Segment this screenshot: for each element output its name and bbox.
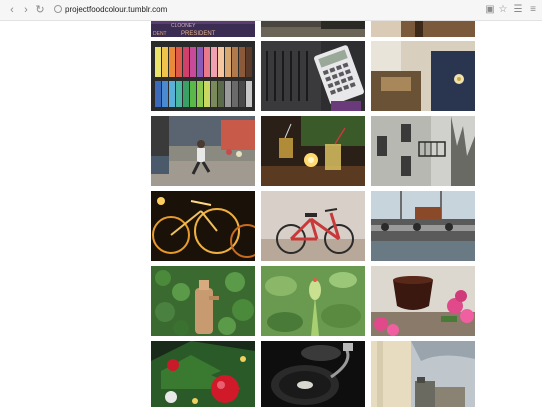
photo-tile[interactable]: [371, 341, 475, 407]
photo-tile[interactable]: [151, 341, 255, 407]
cocktails-candle-photo: [261, 116, 365, 186]
url-text: projectfoodcolour.tumblr.com: [65, 5, 168, 14]
poster-text-1: CLOONEY: [171, 23, 196, 29]
green-plant-bud-photo: [261, 266, 365, 336]
photo-tile[interactable]: [371, 41, 475, 111]
photo-tile[interactable]: [261, 116, 365, 186]
building-balcony-photo: [371, 116, 475, 186]
harbour-boat-photo: [371, 191, 475, 261]
back-arrow-icon[interactable]: ‹: [6, 4, 18, 16]
clooney-poster-photo: CLOONEY DENT PRESIDENT: [151, 21, 255, 37]
photo-tile[interactable]: [151, 191, 255, 261]
street-runner-photo: [151, 116, 255, 186]
photo-grid: CLOONEY DENT PRESIDENT: [0, 21, 542, 407]
photo-tile[interactable]: [151, 41, 255, 111]
photo-tile[interactable]: [371, 191, 475, 261]
photo-tile[interactable]: [261, 21, 365, 37]
forward-arrow-icon[interactable]: ›: [20, 4, 32, 16]
photo-tile[interactable]: [371, 266, 475, 336]
photo-tile[interactable]: [371, 116, 475, 186]
translate-icon[interactable]: ▣: [484, 4, 496, 16]
photo-tile[interactable]: [151, 116, 255, 186]
record-player-photo: [261, 341, 365, 407]
photo-tile[interactable]: [261, 341, 365, 407]
photo-tile[interactable]: [261, 266, 365, 336]
sky-building-photo: [371, 341, 475, 407]
browser-toolbar: ‹ › ↻ projectfoodcolour.tumblr.com ▣ ☆ ☰…: [0, 0, 542, 21]
star-icon[interactable]: ☆: [497, 4, 509, 16]
menu-icon[interactable]: ≡: [527, 4, 539, 16]
stone-fountain-ivy-photo: [151, 266, 255, 336]
page-content: CLOONEY DENT PRESIDENT: [0, 21, 542, 407]
christmas-tree-photo: [151, 341, 255, 407]
bowl-pink-flowers-photo: [371, 266, 475, 336]
interior-brooch-photo: [371, 41, 475, 111]
photo-tile[interactable]: [151, 266, 255, 336]
wooden-wall-photo: [371, 21, 475, 37]
photo-tile[interactable]: [371, 21, 475, 37]
photo-tile[interactable]: CLOONEY DENT PRESIDENT: [151, 21, 255, 37]
reload-icon[interactable]: ↻: [34, 4, 46, 16]
site-info-icon[interactable]: [54, 5, 62, 13]
table-top-photo: [261, 21, 365, 37]
poster-text-3: DENT: [153, 31, 167, 37]
bicycles-night-photo: [151, 191, 255, 261]
calculator-photo: [261, 41, 365, 111]
photo-tile[interactable]: [261, 191, 365, 261]
extension-icon[interactable]: ☰: [512, 4, 524, 16]
red-bicycle-photo: [261, 191, 365, 261]
poster-text-2: PRESIDENT: [181, 31, 216, 37]
address-bar[interactable]: projectfoodcolour.tumblr.com: [52, 3, 472, 17]
pastel-crayons-photo: [151, 41, 255, 111]
photo-tile[interactable]: [261, 41, 365, 111]
